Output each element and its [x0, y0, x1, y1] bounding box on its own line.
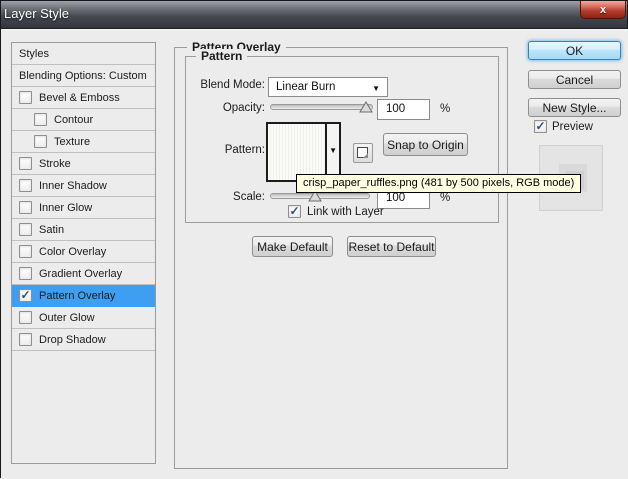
- sidebar-item-inner-glow[interactable]: Inner Glow: [12, 197, 155, 219]
- close-button[interactable]: x: [580, 1, 626, 19]
- opacity-input[interactable]: 100: [377, 99, 430, 120]
- item-label: Stroke: [39, 158, 71, 170]
- sidebar-item-satin[interactable]: Satin: [12, 219, 155, 241]
- item-checkbox[interactable]: [19, 245, 32, 258]
- item-checkbox[interactable]: [19, 157, 32, 170]
- item-checkbox[interactable]: [19, 179, 32, 192]
- layer-style-dialog: Layer Style x Styles Blending Options: C…: [0, 0, 628, 478]
- scale-label: Scale:: [186, 191, 265, 203]
- new-preset-button[interactable]: [353, 143, 373, 163]
- item-checkbox[interactable]: [19, 311, 32, 324]
- item-label: Drop Shadow: [39, 334, 106, 346]
- inner-group-title: Pattern: [196, 49, 247, 63]
- item-label: Pattern Overlay: [39, 290, 115, 302]
- sidebar-item-inner-shadow[interactable]: Inner Shadow: [12, 175, 155, 197]
- pattern-tooltip: crisp_paper_ruffles.png (481 by 500 pixe…: [296, 174, 581, 193]
- opacity-slider[interactable]: [270, 99, 373, 113]
- link-with-layer-label: Link with Layer: [307, 206, 384, 218]
- item-checkbox[interactable]: [19, 223, 32, 236]
- new-style-button[interactable]: New Style...: [528, 98, 621, 117]
- sidebar-item-drop-shadow[interactable]: Drop Shadow: [12, 329, 155, 351]
- item-checkbox[interactable]: [19, 333, 32, 346]
- sidebar-item-color-overlay[interactable]: Color Overlay: [12, 241, 155, 263]
- pattern-swatch[interactable]: ▼: [266, 122, 341, 182]
- opacity-unit: %: [440, 103, 450, 115]
- item-label: Color Overlay: [39, 246, 106, 258]
- item-checkbox[interactable]: [34, 113, 47, 126]
- pattern-picker-strip[interactable]: ▼: [325, 124, 339, 180]
- sidebar-item-blending-options-custom[interactable]: Blending Options: Custom: [12, 65, 155, 87]
- sidebar-item-pattern-overlay[interactable]: ✓ Pattern Overlay: [12, 285, 155, 307]
- item-checkbox[interactable]: [19, 267, 32, 280]
- new-preset-icon: [357, 147, 368, 158]
- link-with-layer-checkbox[interactable]: ✓: [288, 205, 301, 218]
- scale-unit: %: [440, 192, 450, 204]
- sidebar-item-gradient-overlay[interactable]: Gradient Overlay: [12, 263, 155, 285]
- item-label: Gradient Overlay: [39, 268, 122, 280]
- item-label: Contour: [54, 114, 93, 126]
- item-label: Inner Glow: [39, 202, 92, 214]
- item-label: Inner Shadow: [39, 180, 107, 192]
- ok-button[interactable]: OK: [528, 41, 621, 60]
- dialog-body: Styles Blending Options: Custom Bevel & …: [1, 29, 628, 479]
- title-bar: Layer Style x: [1, 1, 627, 29]
- styles-list: Styles Blending Options: Custom Bevel & …: [11, 42, 156, 464]
- item-checkbox[interactable]: [19, 91, 32, 104]
- blend-mode-label: Blend Mode:: [186, 79, 265, 91]
- item-checkbox[interactable]: ✓: [19, 289, 32, 302]
- preview-row: ✓ Preview: [534, 120, 593, 133]
- sidebar-item-stroke[interactable]: Stroke: [12, 153, 155, 175]
- chevron-down-icon: ▼: [329, 146, 337, 155]
- item-label: Texture: [54, 136, 90, 148]
- item-label: Bevel & Emboss: [39, 92, 120, 104]
- pattern-group: Pattern Blend Mode: Linear Burn ▼ Opacit…: [185, 56, 499, 223]
- opacity-slider-track[interactable]: [270, 104, 373, 110]
- sidebar-item-styles[interactable]: Styles: [12, 43, 155, 65]
- sidebar-item-bevel-emboss[interactable]: Bevel & Emboss: [12, 87, 155, 109]
- preview-label: Preview: [552, 121, 593, 133]
- sidebar-item-texture[interactable]: Texture: [12, 131, 155, 153]
- blend-mode-value: Linear Burn: [276, 81, 335, 93]
- sidebar-item-contour[interactable]: Contour: [12, 109, 155, 131]
- item-label: Styles: [19, 48, 49, 60]
- cancel-button[interactable]: Cancel: [528, 70, 621, 89]
- pattern-label: Pattern:: [186, 144, 265, 156]
- opacity-slider-thumb[interactable]: [359, 100, 373, 112]
- item-checkbox[interactable]: [19, 201, 32, 214]
- chevron-down-icon: ▼: [372, 84, 380, 93]
- item-label: Blending Options: Custom: [19, 70, 147, 82]
- item-label: Outer Glow: [39, 312, 95, 324]
- item-checkbox[interactable]: [34, 135, 47, 148]
- snap-to-origin-button[interactable]: Snap to Origin: [383, 133, 468, 156]
- preview-checkbox[interactable]: ✓: [534, 120, 547, 133]
- close-icon: x: [600, 4, 606, 16]
- reset-to-default-button[interactable]: Reset to Default: [347, 236, 436, 257]
- opacity-label: Opacity:: [186, 102, 265, 114]
- sidebar-item-outer-glow[interactable]: Outer Glow: [12, 307, 155, 329]
- pattern-overlay-group: Pattern Overlay Pattern Blend Mode: Line…: [174, 47, 508, 469]
- window-title: Layer Style: [4, 6, 69, 21]
- blend-mode-select[interactable]: Linear Burn ▼: [268, 77, 388, 97]
- link-with-layer-row: ✓ Link with Layer: [288, 205, 384, 218]
- item-label: Satin: [39, 224, 64, 236]
- make-default-button[interactable]: Make Default: [252, 236, 333, 257]
